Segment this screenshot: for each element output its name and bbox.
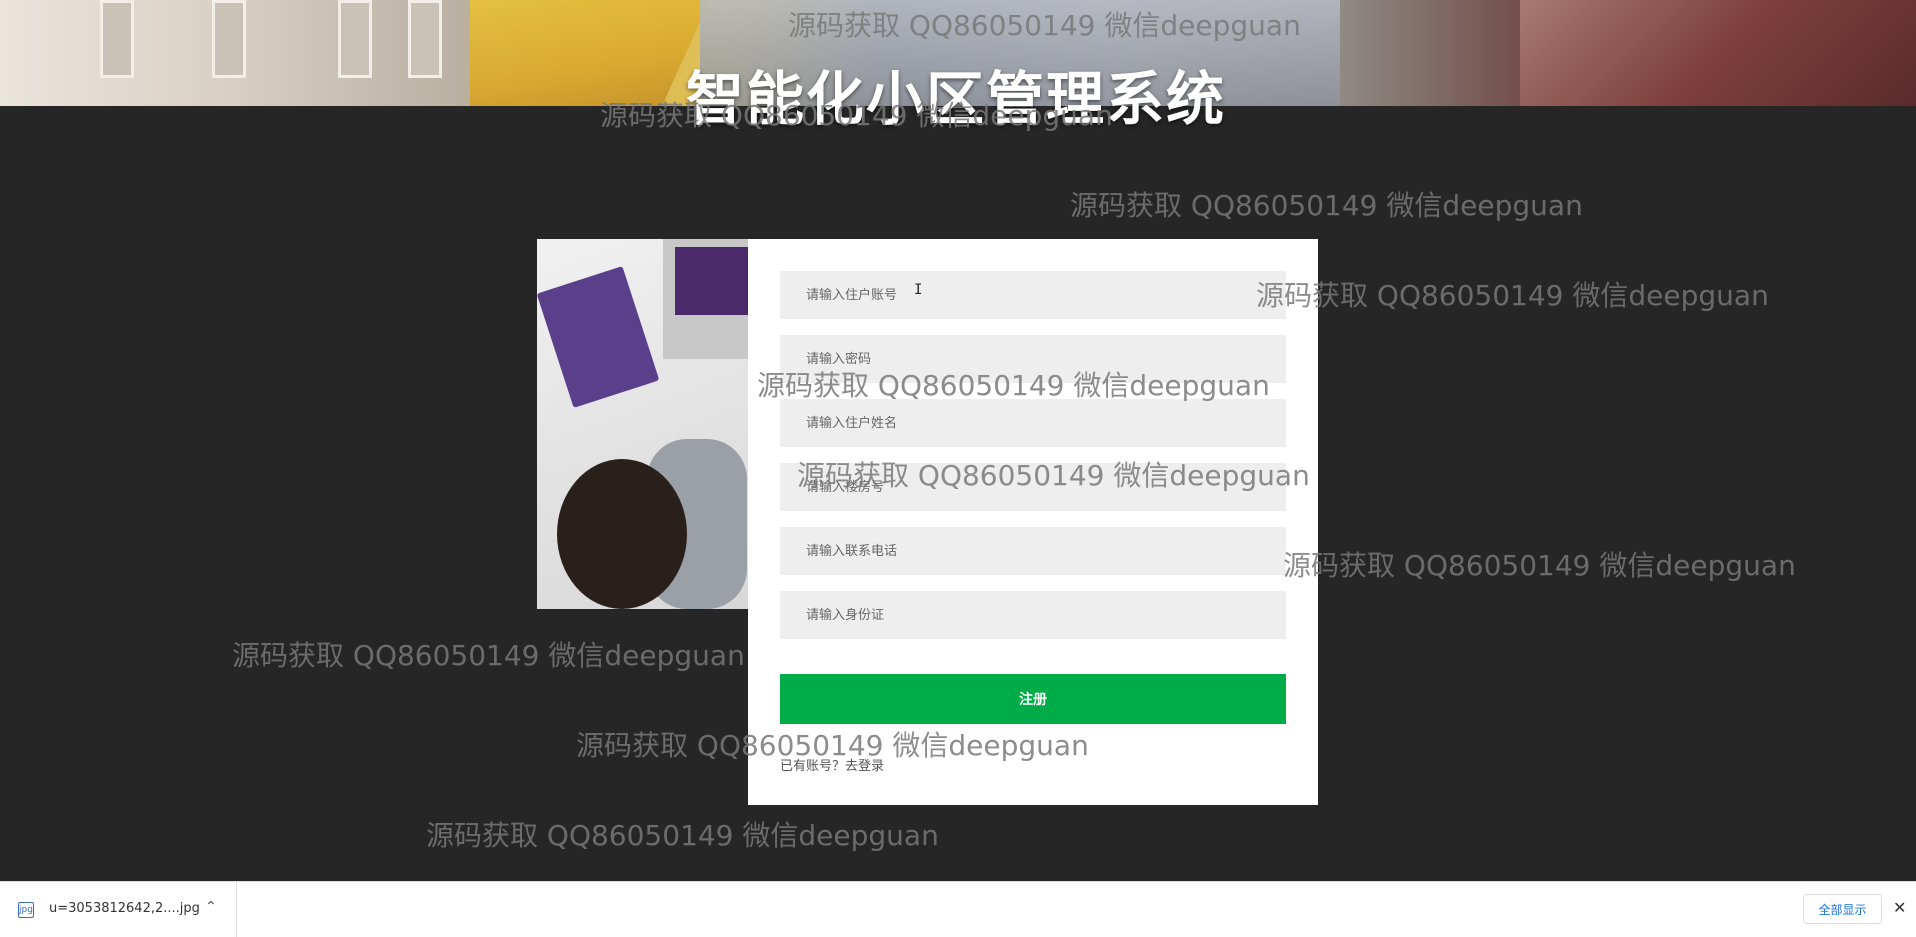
watermark-text: 源码获取 QQ86050149 微信deepguan xyxy=(426,819,939,852)
laptop-illustration xyxy=(663,239,748,359)
banner-window-decor xyxy=(408,0,442,78)
watermark-text: 源码获取 QQ86050149 微信deepguan xyxy=(1070,189,1583,222)
download-bar: jpg u=3053812642,2....jpg ⌃ 全部显示 ✕ xyxy=(0,881,1916,937)
show-all-button[interactable]: 全部显示 xyxy=(1803,894,1882,924)
register-button[interactable]: 注册 xyxy=(780,674,1286,724)
page-title: 智能化小区管理系统 xyxy=(686,65,1227,133)
chevron-up-icon[interactable]: ⌃ xyxy=(205,899,217,915)
banner-window-decor xyxy=(338,0,372,78)
book-illustration xyxy=(537,266,660,408)
download-file-name: u=3053812642,2....jpg xyxy=(49,901,200,916)
go-login-link[interactable]: 已有账号？去登录 xyxy=(780,755,884,774)
banner-building-decor xyxy=(1520,0,1916,106)
phone-input[interactable] xyxy=(780,527,1286,575)
building-number-input[interactable] xyxy=(780,463,1286,511)
password-input[interactable] xyxy=(780,335,1286,383)
register-form: 注册 已有账号？去登录 xyxy=(748,239,1318,805)
resident-name-input[interactable] xyxy=(780,399,1286,447)
watermark-text: 源码获取 QQ86050149 微信deepguan xyxy=(232,639,745,672)
download-item[interactable]: jpg u=3053812642,2....jpg ⌃ xyxy=(0,882,237,937)
banner-window-decor xyxy=(212,0,246,78)
register-side-image xyxy=(537,239,748,609)
image-file-icon: jpg xyxy=(18,902,34,918)
text-cursor-icon: I xyxy=(914,282,923,298)
person-illustration xyxy=(557,459,687,609)
watermark-text: 源码获取 QQ86050149 微信deepguan xyxy=(1256,279,1769,312)
banner-roof-decor xyxy=(470,0,710,106)
id-card-input[interactable] xyxy=(780,591,1286,639)
close-icon[interactable]: ✕ xyxy=(1893,898,1906,917)
banner-window-decor xyxy=(100,0,134,78)
watermark-text: 源码获取 QQ86050149 微信deepguan xyxy=(1283,549,1796,582)
account-input[interactable] xyxy=(780,271,1286,319)
